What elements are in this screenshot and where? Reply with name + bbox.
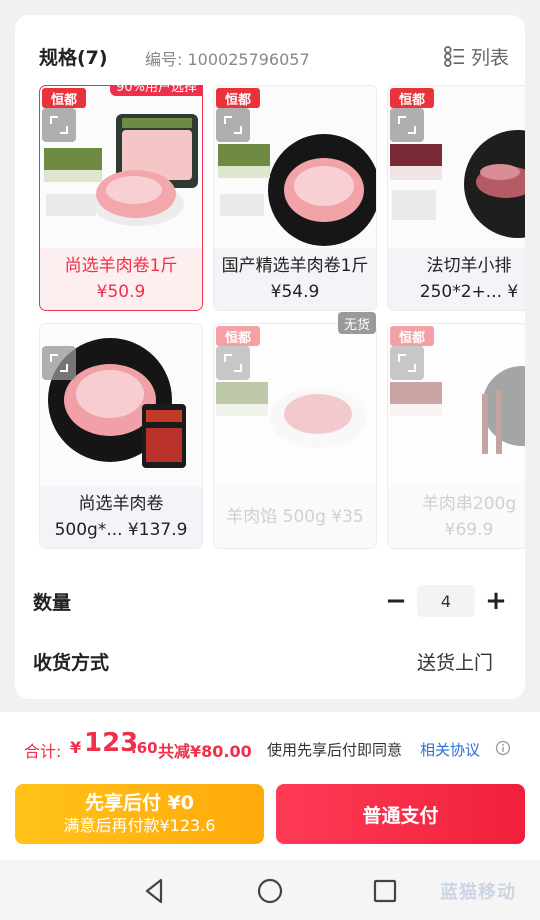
brand-logo: 恒都 — [390, 88, 434, 108]
currency-symbol: ¥ — [70, 738, 82, 757]
spec-option-text: 尚选羊肉卷1斤 ¥50.9 — [64, 256, 178, 302]
spec-header: 规格(7) 编号: 100025796057 列表 — [39, 41, 509, 71]
recents-icon[interactable] — [370, 876, 400, 906]
payment-bar: 先享后付 ¥0 满意后再付款¥123.6 普通支付 — [0, 776, 540, 860]
spec-option-label: 法切羊小排 250*2+... ¥ — [388, 248, 525, 310]
quantity-label: 数量 — [33, 591, 72, 614]
watermark: 蓝猫移动 — [440, 882, 516, 903]
discount-amount: 共减¥80.00 — [158, 742, 252, 761]
expand-icon[interactable] — [42, 108, 76, 142]
spec-grid: 恒都 90%用户选择 尚选羊肉卷1斤 ¥50.9 恒都 国产精选羊肉卷1斤 ¥5… — [39, 85, 525, 555]
total-price-decimal: .60 — [131, 739, 158, 757]
spec-option-text: 国产精选羊肉卷1斤 ¥54.9 — [221, 256, 369, 302]
brand-logo: 恒都 — [42, 88, 86, 108]
normal-pay-button[interactable]: 普通支付 — [276, 784, 525, 844]
brand-logo: 恒都 — [216, 326, 260, 346]
spec-option-tile[interactable]: 恒都 无货 羊肉馅 500g ¥35 — [213, 312, 377, 549]
popular-badge: 90%用户选择 — [110, 85, 203, 96]
brand-logo: 恒都 — [390, 326, 434, 346]
back-icon[interactable] — [140, 876, 170, 906]
spec-option-text: 尚选羊肉卷 500g*... ¥137.9 — [54, 494, 188, 540]
spec-option-text: 羊肉串200g ¥69.9 — [421, 494, 517, 540]
spec-option-label: 尚选羊肉卷 500g*... ¥137.9 — [40, 486, 202, 548]
pay-later-subtitle: 满意后再付款¥123.6 — [63, 816, 216, 835]
quantity-stepper: − 4 + — [385, 585, 507, 617]
expand-icon[interactable] — [390, 108, 424, 142]
expand-icon[interactable] — [216, 346, 250, 380]
decrease-button[interactable]: − — [385, 585, 407, 617]
home-icon[interactable] — [255, 876, 285, 906]
brand-logo: 恒都 — [216, 88, 260, 108]
agreement-link[interactable]: 相关协议 — [420, 739, 480, 760]
total-label: 合计: — [24, 742, 62, 761]
pay-later-title: 先享后付 ¥0 — [84, 792, 195, 814]
list-view-icon — [444, 45, 465, 67]
quantity-row: 数量 − 4 + — [33, 581, 507, 621]
expand-icon[interactable] — [216, 108, 250, 142]
info-icon[interactable] — [495, 740, 511, 756]
pay-later-button[interactable]: 先享后付 ¥0 满意后再付款¥123.6 — [15, 784, 264, 844]
spec-option-label: 尚选羊肉卷1斤 ¥50.9 — [40, 248, 202, 310]
increase-button[interactable]: + — [485, 585, 507, 617]
list-view-label: 列表 — [470, 46, 509, 69]
product-code: 编号: 100025796057 — [145, 50, 310, 69]
delivery-value: 送货上门 — [416, 651, 493, 674]
system-nav-bar: 蓝猫移动 — [0, 860, 540, 920]
spec-option-text: 法切羊小排 250*2+... ¥ — [419, 256, 519, 302]
spec-card: 规格(7) 编号: 100025796057 列表 恒都 90%用户选择 尚选羊… — [15, 15, 525, 699]
spec-option-tile[interactable]: 恒都 羊肉串200g ¥69.9 — [387, 323, 525, 549]
spec-option-label: 羊肉串200g ¥69.9 — [388, 486, 525, 548]
list-view-toggle[interactable]: 列表 — [444, 41, 509, 71]
spec-option-tile[interactable]: 恒都 90%用户选择 尚选羊肉卷1斤 ¥50.9 — [39, 85, 203, 311]
quantity-input[interactable]: 4 — [417, 585, 475, 617]
expand-icon[interactable] — [42, 346, 76, 380]
spec-option-text: 羊肉馅 500g ¥35 — [226, 507, 364, 527]
spec-option-tile[interactable]: 恒都 法切羊小排 250*2+... ¥ — [387, 85, 525, 311]
spec-option-label: 国产精选羊肉卷1斤 ¥54.9 — [214, 248, 376, 310]
agreement-text: 使用先享后付即同意 — [267, 741, 403, 759]
spec-option-tile[interactable]: 恒都 国产精选羊肉卷1斤 ¥54.9 — [213, 85, 377, 311]
delivery-label: 收货方式 — [33, 651, 110, 674]
delivery-row[interactable]: 收货方式 送货上门 — [33, 641, 507, 681]
spec-option-label: 羊肉馅 500g ¥35 — [214, 486, 376, 548]
sold-out-badge: 无货 — [337, 312, 376, 334]
expand-icon[interactable] — [390, 346, 424, 380]
spec-title: 规格(7) — [39, 47, 108, 69]
price-summary: 合计: ¥ 123 .60 共减¥80.00 使用先享后付即同意 相关协议 — [0, 712, 540, 776]
spec-option-tile[interactable]: 尚选羊肉卷 500g*... ¥137.9 — [39, 323, 203, 549]
